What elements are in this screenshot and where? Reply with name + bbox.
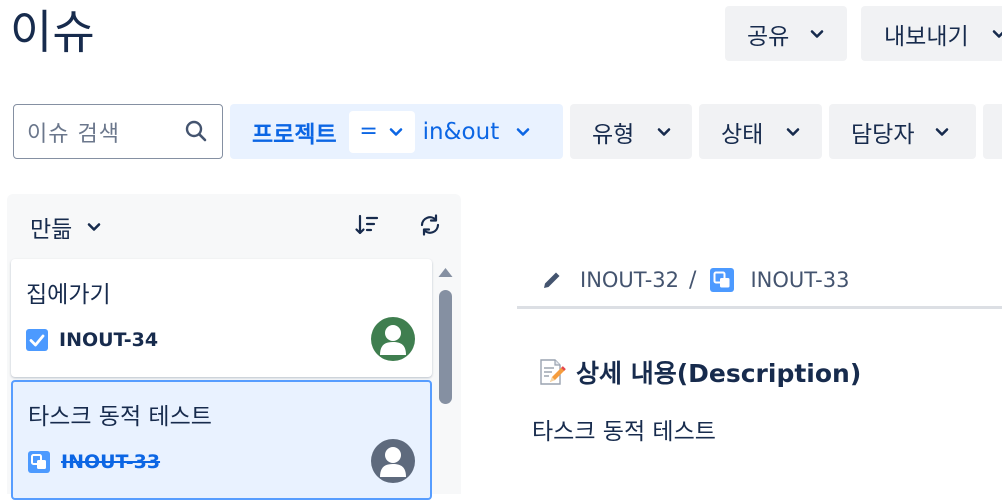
export-button-label: 내보내기 — [884, 23, 969, 50]
list-item[interactable]: 집에가기 INOUT-34 — [11, 259, 432, 377]
subtask-icon — [710, 268, 735, 292]
section-heading: 상세 내용(Description) — [536, 354, 861, 390]
export-button[interactable]: 내보내기 — [861, 6, 1002, 61]
more-filter[interactable] — [983, 104, 1002, 159]
project-filter[interactable]: 프로젝트 = in&out — [230, 104, 563, 159]
task-checkbox-icon — [26, 329, 48, 351]
search-icon — [184, 119, 208, 147]
project-filter-label: 프로젝트 — [252, 121, 337, 148]
breadcrumb: INOUT-32 / INOUT-33 — [540, 265, 849, 295]
chevron-down-icon — [991, 26, 1002, 42]
sort-label: 만듦 — [30, 217, 73, 243]
list-item-title: 집에가기 — [26, 282, 111, 308]
description-text[interactable]: 타스크 동적 테스트 — [532, 412, 716, 446]
breadcrumb-parent-link[interactable]: INOUT-32 — [580, 268, 679, 292]
avatar[interactable] — [371, 317, 415, 361]
list-item-title: 타스크 동적 테스트 — [28, 404, 212, 430]
breadcrumb-current-link[interactable]: INOUT-33 — [750, 268, 849, 292]
assignee-filter-label: 담당자 — [851, 121, 915, 148]
edit-pencil-icon — [540, 268, 564, 292]
search-input[interactable]: 이슈 검색 — [13, 104, 223, 159]
chevron-down-icon — [934, 124, 950, 140]
chevron-down-icon — [86, 219, 102, 235]
operator-select[interactable]: = — [348, 110, 415, 153]
refresh-icon[interactable] — [417, 212, 443, 242]
type-filter[interactable]: 유형 — [570, 104, 692, 159]
chevron-down-icon — [656, 124, 672, 140]
chevron-down-icon — [809, 26, 825, 42]
status-filter-label: 상태 — [721, 121, 764, 148]
assignee-filter[interactable]: 담당자 — [829, 104, 976, 159]
sort-dropdown[interactable]: 만듦 — [30, 210, 102, 244]
type-filter-label: 유형 — [592, 121, 635, 148]
chevron-down-icon — [515, 124, 531, 140]
list-item[interactable]: 타스크 동적 테스트 INOUT-33 — [11, 380, 432, 500]
subtask-icon — [28, 451, 50, 473]
operator-value: = — [359, 119, 378, 144]
avatar[interactable] — [371, 439, 415, 483]
scroll-up-icon[interactable] — [437, 264, 454, 283]
project-filter-value: in&out — [422, 118, 500, 145]
chevron-down-icon — [785, 124, 801, 140]
sort-order-icon[interactable] — [354, 212, 380, 242]
issue-key: INOUT-33 — [61, 451, 161, 473]
search-placeholder: 이슈 검색 — [27, 121, 120, 147]
share-button[interactable]: 공유 — [725, 6, 847, 61]
scrollbar-thumb[interactable] — [439, 290, 452, 404]
status-filter[interactable]: 상태 — [699, 104, 822, 159]
breadcrumb-separator: / — [689, 267, 697, 293]
share-button-label: 공유 — [747, 23, 790, 50]
page-title: 이슈 — [10, 5, 95, 59]
section-title: 상세 내용 — [576, 359, 677, 388]
section-title-suffix: (Description) — [676, 359, 862, 388]
issue-key: INOUT-34 — [59, 329, 159, 351]
divider — [517, 306, 1002, 309]
memo-icon — [536, 357, 566, 387]
chevron-down-icon — [388, 124, 404, 140]
